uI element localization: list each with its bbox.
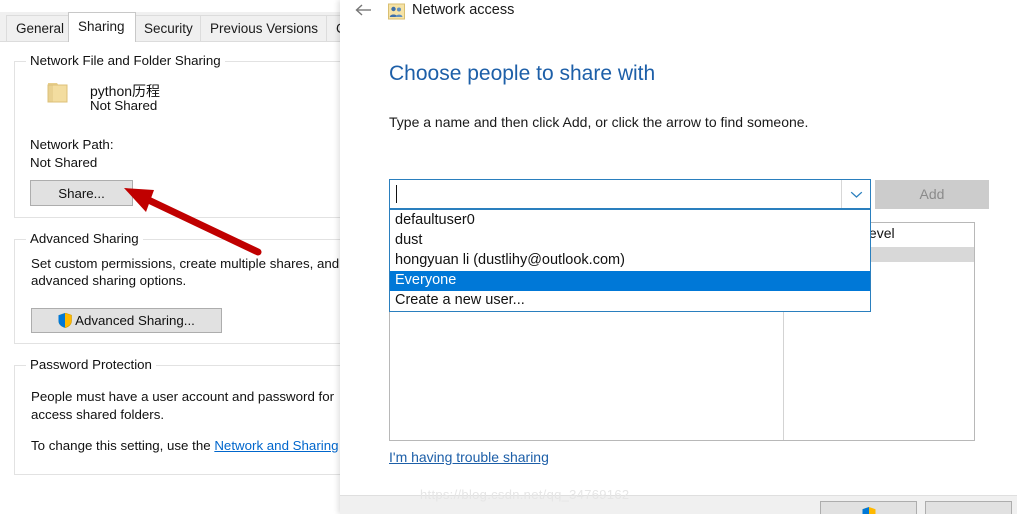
watermark-text: https://blog.csdn.net/qq_34769162 bbox=[420, 487, 630, 502]
tab-sharing[interactable]: Sharing bbox=[68, 12, 136, 42]
tab-previous-versions[interactable]: Previous Versions bbox=[200, 15, 328, 41]
network-access-wizard: Network access Choose people to share wi… bbox=[340, 0, 1017, 514]
password-protection-desc-line1: People must have a user account and pass… bbox=[31, 389, 335, 404]
folder-properties-dialog: General Sharing Security Previous Versio… bbox=[0, 0, 345, 514]
text-caret bbox=[396, 185, 397, 203]
advanced-sharing-desc-line2: advanced sharing options. bbox=[31, 273, 187, 288]
shared-folder-status: Not Shared bbox=[90, 98, 158, 113]
group-legend-advanced-sharing: Advanced Sharing bbox=[26, 231, 143, 246]
change-setting-prefix: To change this setting, use the bbox=[31, 438, 215, 453]
page-title: Choose people to share with bbox=[389, 62, 656, 85]
advanced-sharing-button-label: Advanced Sharing... bbox=[75, 313, 195, 328]
share-button[interactable]: Share... bbox=[30, 180, 133, 206]
chevron-down-icon[interactable] bbox=[841, 180, 870, 208]
dropdown-item-dust[interactable]: dust bbox=[390, 231, 870, 251]
network-path-label: Network Path: bbox=[30, 137, 114, 152]
share-button-label: Share... bbox=[58, 185, 105, 201]
dropdown-item-create-a-new-user[interactable]: Create a new user... bbox=[390, 291, 870, 311]
user-name-combobox-field[interactable] bbox=[389, 179, 871, 209]
shield-icon bbox=[58, 313, 72, 328]
tab-general[interactable]: General bbox=[6, 15, 70, 41]
dropdown-item-defaultuser0[interactable]: defaultuser0 bbox=[390, 211, 870, 231]
wizard-title-bar: Network access bbox=[340, 0, 1017, 30]
user-name-combobox[interactable] bbox=[389, 179, 871, 209]
shield-icon bbox=[862, 506, 876, 514]
dropdown-item-hongyuan-li[interactable]: hongyuan li (dustlihy@outlook.com) bbox=[390, 251, 870, 271]
user-name-dropdown-list[interactable]: defaultuser0 dust hongyuan li (dustlihy@… bbox=[389, 209, 871, 312]
folder-icon bbox=[45, 82, 70, 104]
trouble-sharing-link[interactable]: I'm having trouble sharing bbox=[389, 449, 549, 465]
network-path-value: Not Shared bbox=[30, 155, 98, 170]
network-users-icon bbox=[388, 3, 405, 20]
change-setting-line: To change this setting, use the Network … bbox=[31, 438, 339, 453]
add-button[interactable]: Add bbox=[875, 180, 989, 209]
dropdown-item-everyone[interactable]: Everyone bbox=[390, 271, 870, 291]
cancel-footer-button[interactable] bbox=[925, 501, 1012, 514]
tab-security[interactable]: Security bbox=[134, 15, 202, 41]
group-legend-network-sharing: Network File and Folder Sharing bbox=[26, 53, 225, 68]
wizard-title: Network access bbox=[412, 2, 515, 18]
page-subtitle: Type a name and then click Add, or click… bbox=[389, 114, 809, 130]
properties-dialog-top-strip bbox=[0, 0, 345, 12]
advanced-sharing-button[interactable]: Advanced Sharing... bbox=[31, 308, 222, 333]
network-and-sharing-center-link[interactable]: Network and Sharing bbox=[214, 438, 338, 453]
password-protection-desc-line2: access shared folders. bbox=[31, 407, 165, 422]
properties-tab-strip: General Sharing Security Previous Versio… bbox=[0, 12, 345, 42]
group-legend-password-protection: Password Protection bbox=[26, 357, 156, 372]
share-footer-button[interactable] bbox=[820, 501, 917, 514]
advanced-sharing-desc-line1: Set custom permissions, create multiple … bbox=[31, 256, 340, 271]
back-arrow-icon[interactable] bbox=[352, 2, 374, 24]
